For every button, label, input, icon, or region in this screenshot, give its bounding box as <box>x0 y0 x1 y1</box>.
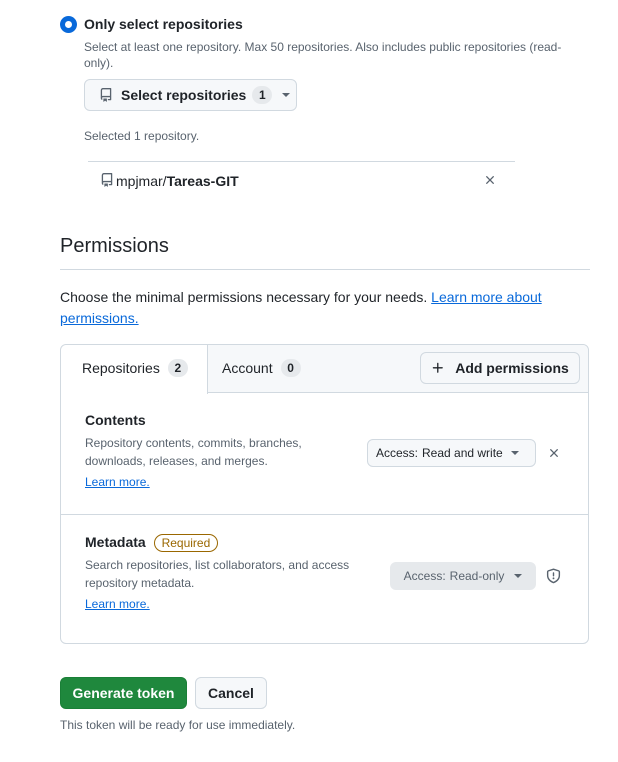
tab-repositories-label: Repositories <box>82 360 160 376</box>
metadata-access-select: Access: Read-only <box>390 562 536 590</box>
metadata-access-prefix: Access: <box>403 569 446 583</box>
repo-name: Tareas-GIT <box>166 173 239 189</box>
repo-icon <box>99 88 113 102</box>
selected-repo-name: mpjmar/Tareas-GIT <box>116 173 239 189</box>
permissions-description-text: Choose the minimal permissions necessary… <box>60 289 428 305</box>
permissions-title: Permissions <box>60 235 169 257</box>
tab-repositories[interactable]: Repositories 2 <box>82 359 188 377</box>
required-badge: Required <box>153 534 219 553</box>
repo-owner: mpjmar/ <box>116 173 167 189</box>
contents-access-value: Read and write <box>422 446 503 460</box>
repo-icon <box>100 172 114 193</box>
tab-repositories-count: 2 <box>167 359 188 377</box>
add-permissions-button[interactable]: Add permissions <box>420 352 580 384</box>
metadata-access-value: Read-only <box>449 569 505 583</box>
only-select-repositories-radio[interactable] <box>60 16 77 33</box>
token-ready-note: This token will be ready for use immedia… <box>60 718 296 732</box>
tab-account[interactable]: Account 0 <box>222 359 301 377</box>
metadata-description: Search repositories, list collaborators,… <box>85 558 350 590</box>
cancel-button[interactable]: Cancel <box>195 677 267 709</box>
tab-account-label: Account <box>222 360 273 376</box>
select-repositories-button[interactable]: Select repositories 1 <box>84 79 297 111</box>
contents-title: Contents <box>85 412 146 428</box>
selected-count-text: Selected 1 repository. <box>84 129 200 143</box>
radio-dot <box>65 21 72 28</box>
chevron-down-icon <box>514 574 523 578</box>
select-repositories-count: 1 <box>252 86 273 104</box>
generate-token-button[interactable]: Generate token <box>60 677 187 709</box>
only-select-repositories-label[interactable]: Only select repositories <box>84 16 243 32</box>
contents-description: Repository contents, commits, branches, … <box>85 436 302 468</box>
metadata-learn-more-link[interactable]: Learn more. <box>85 597 150 611</box>
metadata-title: Metadata <box>85 534 146 550</box>
tab-account-count: 0 <box>280 359 301 377</box>
contents-access-prefix: Access: <box>376 446 419 460</box>
repo-access-help: Select at least one repository. Max 50 r… <box>84 40 562 70</box>
chevron-down-icon <box>510 451 519 455</box>
add-permissions-label: Add permissions <box>455 360 569 376</box>
plus-icon <box>431 361 445 375</box>
permission-divider <box>61 514 588 515</box>
permissions-divider <box>60 269 590 270</box>
close-icon[interactable] <box>547 446 561 465</box>
permissions-description: Choose the minimal permissions necessary… <box>60 287 590 329</box>
close-icon[interactable] <box>483 173 497 192</box>
contents-learn-more-link[interactable]: Learn more. <box>85 475 150 489</box>
chevron-down-icon <box>282 93 291 97</box>
contents-access-select[interactable]: Access: Read and write <box>367 439 536 467</box>
metadata-title-row: Metadata Required <box>85 534 219 553</box>
select-repositories-label: Select repositories <box>121 87 247 103</box>
shield-icon <box>546 568 561 589</box>
